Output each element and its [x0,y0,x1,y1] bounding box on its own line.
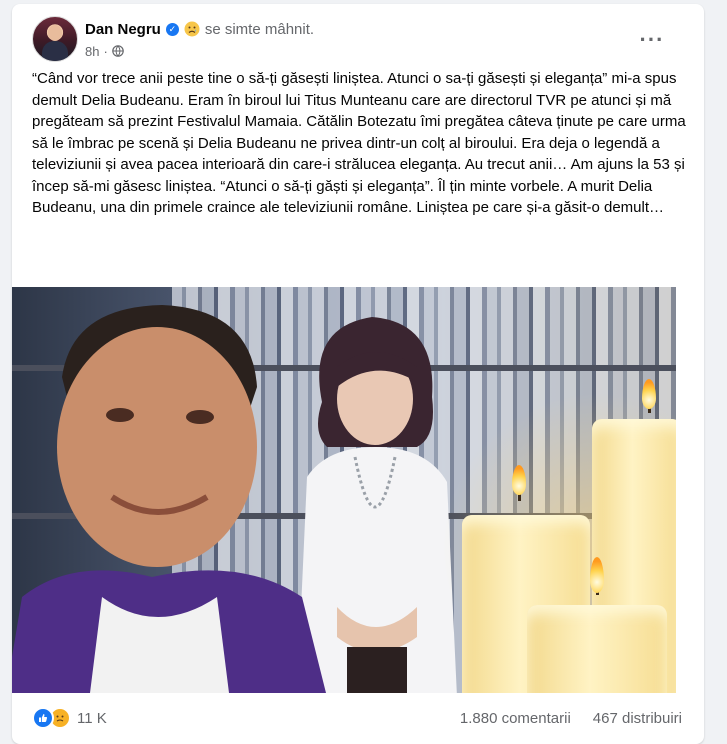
sad-face-icon [184,21,200,37]
like-icon [32,707,54,729]
avatar-face [48,25,62,41]
reactions-summary[interactable]: 11 K [32,707,107,729]
meta-separator: · [103,43,108,59]
candle [527,605,667,693]
reaction-count: 11 K [77,709,107,727]
post-timestamp[interactable]: 8h [85,44,99,59]
comments-count[interactable]: 1.880 comentarii [460,710,571,727]
post-photo[interactable] [12,287,676,693]
shares-count[interactable]: 467 distribuiri [593,710,682,727]
feeling-text: se simte mâhnit. [204,20,315,38]
post-meta: 8h · [85,42,124,60]
more-options-icon[interactable]: ··· [634,22,670,58]
avatar-body [42,41,68,61]
post-header: Dan Negru ✓ se simte mâhnit. 8h · ··· [32,16,682,64]
man-figure [12,305,326,693]
post-footer: 11 K 1.880 comentarii 467 distribuiri [32,704,682,732]
author-avatar[interactable] [32,16,78,62]
verified-badge-icon: ✓ [165,22,179,36]
author-row: Dan Negru ✓ se simte mâhnit. [85,18,314,40]
globe-icon[interactable] [112,45,124,57]
post-text: “Când vor trece anii peste tine o să-ți … [32,70,686,216]
author-name[interactable]: Dan Negru [85,21,161,38]
post-card: Dan Negru ✓ se simte mâhnit. 8h · ··· “C… [12,4,704,744]
